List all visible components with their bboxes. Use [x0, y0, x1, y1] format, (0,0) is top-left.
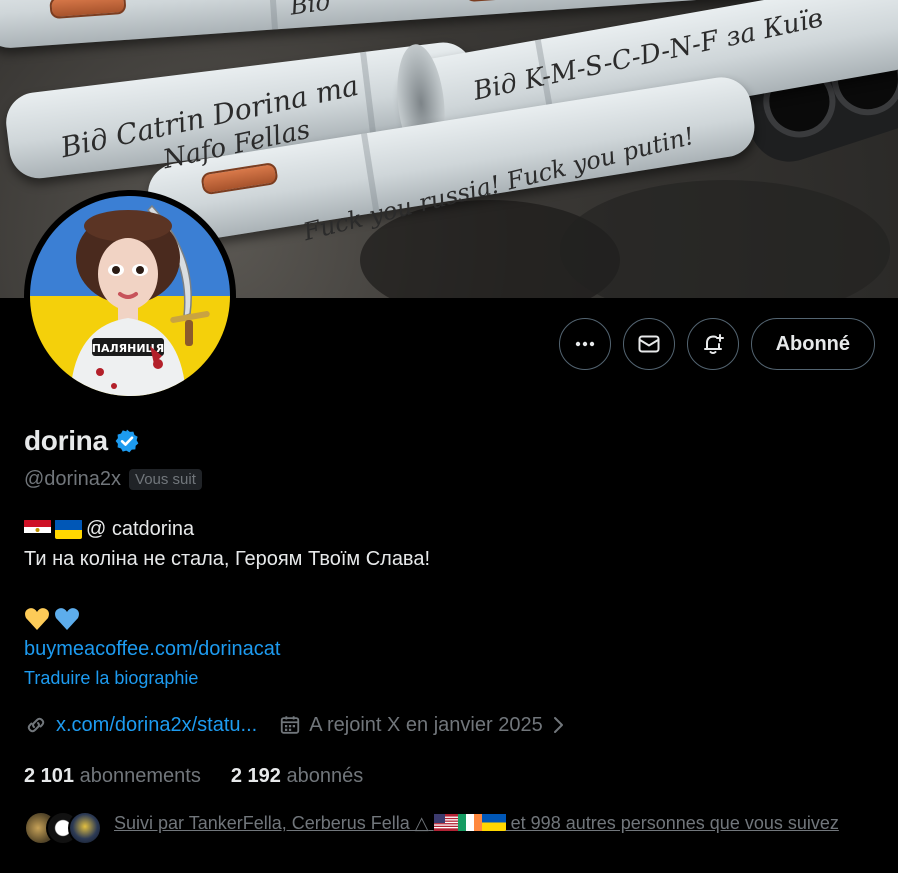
- banner-shadow: [560, 180, 890, 298]
- avatar: [68, 811, 102, 845]
- following-button[interactable]: Abonné: [750, 318, 875, 370]
- followed-by-prefix: Suivi par TankerFella, Cerberus Fella △: [114, 813, 429, 833]
- bio-line-flags: @ catdorina: [24, 514, 430, 544]
- ireland-flag-icon: [457, 814, 482, 831]
- joined-date: A rejoint X en janvier 2025: [309, 713, 543, 736]
- website-link[interactable]: x.com/dorina2x/statu...: [56, 714, 257, 737]
- profile-meta: x.com/dorina2x/statu... A rejoint X en j…: [24, 713, 565, 737]
- website-item: x.com/dorina2x/statu...: [24, 713, 257, 737]
- follows-you-badge: Vous suit: [129, 469, 202, 490]
- chevron-right-icon: [553, 717, 563, 733]
- followers-count: 2 192: [230, 765, 281, 787]
- link-icon: [27, 717, 45, 733]
- ukraine-flag-icon: [481, 814, 506, 831]
- message-button[interactable]: [622, 318, 675, 370]
- mail-icon: [638, 335, 660, 353]
- profile-name-row: dorina: [24, 425, 140, 457]
- follow-stats: 2 101 abonnements 2 192 abonnés: [24, 765, 363, 788]
- followed-by-avatars[interactable]: [24, 811, 102, 845]
- notify-button[interactable]: [686, 318, 739, 370]
- bio-hearts: [24, 604, 430, 634]
- avatar-illustration: ПАЛЯНИЦЯ: [70, 204, 210, 396]
- followers-stat[interactable]: 2 192 abonnés: [231, 765, 363, 788]
- followed-by-suffix: et 998 autres personnes que vous suivez: [505, 813, 839, 833]
- us-flag-icon: [433, 814, 458, 831]
- following-stat[interactable]: 2 101 abonnements: [24, 765, 201, 788]
- bio-mention[interactable]: @ catdorina: [86, 514, 194, 544]
- following-count: 2 101: [24, 765, 75, 787]
- verified-badge-icon[interactable]: [114, 428, 140, 454]
- following-label: abonnements: [79, 765, 201, 787]
- more-icon: [575, 341, 594, 347]
- calendar-icon: [281, 716, 300, 734]
- followed-by-text[interactable]: Suivi par TankerFella, Cerberus Fella △ …: [114, 811, 874, 835]
- bio-line-motto: Ти на коліна не стала, Героям Твоїм Слав…: [24, 548, 431, 570]
- bio-link[interactable]: buymeacoffee.com/dorinacat: [24, 634, 430, 664]
- profile-bio: @ catdorina Ти на коліна не стала, Героя…: [24, 514, 430, 664]
- translate-bio-link[interactable]: Traduire la biographie: [24, 668, 198, 689]
- joined-item[interactable]: A rejoint X en janvier 2025: [279, 714, 565, 737]
- egypt-flag-icon: [24, 519, 51, 539]
- profile-actions: Abonné: [558, 318, 875, 370]
- hearts-icon: [25, 608, 79, 630]
- handle-row: @dorina2x Vous suit: [24, 468, 202, 491]
- followers-label: abonnés: [286, 765, 364, 787]
- avatar[interactable]: ПАЛЯНИЦЯ: [30, 196, 230, 396]
- username-handle: @dorina2x: [24, 468, 122, 490]
- more-button[interactable]: [558, 318, 611, 370]
- bio-blank-line: [24, 574, 430, 604]
- bell-plus-icon: [703, 334, 724, 354]
- display-name: dorina: [24, 425, 108, 456]
- ukraine-flag-icon: [55, 519, 82, 539]
